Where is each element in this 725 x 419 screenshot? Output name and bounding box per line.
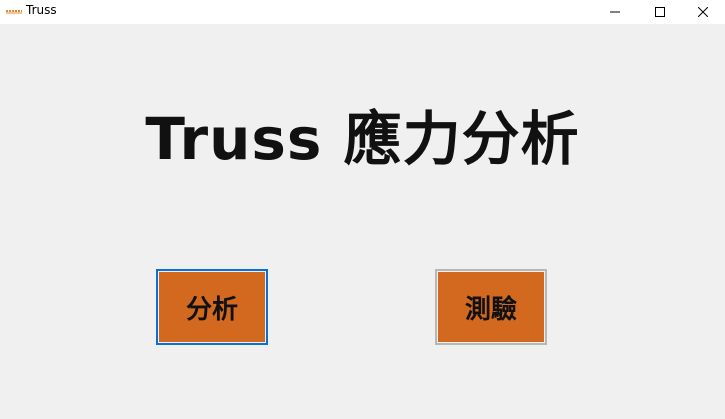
app-window: Truss Truss 應力分析 分析 測驗 [0,0,725,419]
close-icon [697,7,708,17]
title-bar: Truss [0,0,725,24]
minimize-icon [609,11,620,13]
test-button[interactable]: 測驗 [435,269,547,345]
analysis-button[interactable]: 分析 [156,269,268,345]
close-button[interactable] [680,0,725,24]
window-title: Truss [26,3,57,17]
maximize-button[interactable] [637,0,682,24]
maximize-icon [654,7,665,17]
page-title: Truss 應力分析 [145,105,580,173]
minimize-button[interactable] [592,0,637,24]
app-icon [6,10,22,14]
